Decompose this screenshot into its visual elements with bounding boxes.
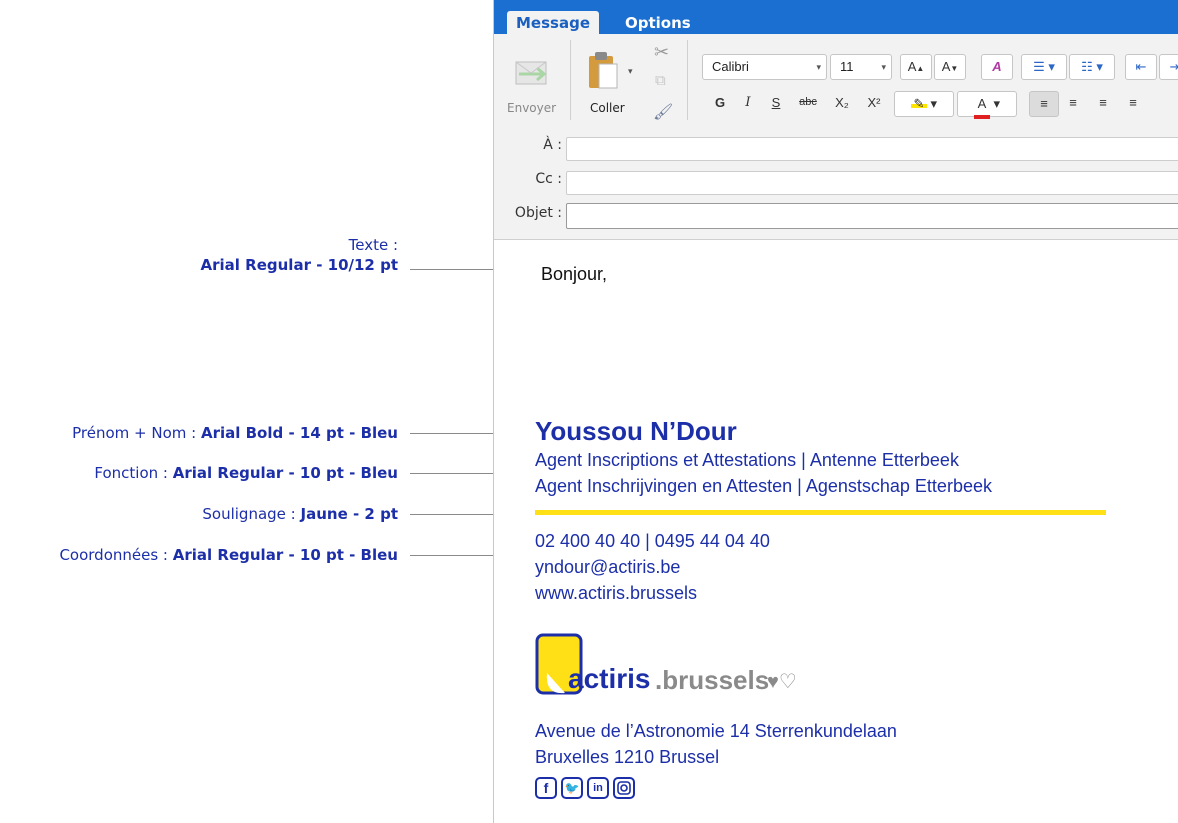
cc-label: Cc : <box>535 171 562 187</box>
font-color-button[interactable]: A ▾ <box>957 91 1017 119</box>
cut-icon[interactable]: ✂ <box>654 42 669 63</box>
send-button[interactable]: Envoyer <box>502 40 562 120</box>
message-body[interactable]: Bonjour, Youssou N’Dour Agent Inscriptio… <box>494 240 1178 823</box>
decrease-font-size-button[interactable]: A▼ <box>934 54 966 80</box>
greeting-text: Bonjour, <box>541 264 608 284</box>
signature-address-line2: Bruxelles 1210 Brussel <box>535 747 720 767</box>
subject-label: Objet : <box>514 205 562 221</box>
signature-email[interactable]: yndour@actiris.be <box>535 557 680 578</box>
bullet-list-button[interactable]: ☰ ▾ <box>1021 54 1067 80</box>
signature-address-line1: Avenue de l’Astronomie 14 Sterrenkundela… <box>535 721 897 741</box>
chevron-down-icon: ▾ <box>881 62 886 72</box>
signature-phones: 02 400 40 40 | 0495 44 04 40 <box>535 531 770 551</box>
superscript-button[interactable]: X² <box>860 91 888 115</box>
numbered-list-button[interactable]: ☷ ▾ <box>1069 54 1115 80</box>
logo-text-actiris: actiris <box>568 663 651 694</box>
annotation-text-detail: Arial Regular - 10/12 pt <box>200 256 398 274</box>
highlight-color-button[interactable]: ✎ ▾ <box>894 91 954 117</box>
font-name-value: Calibri <box>712 59 749 74</box>
increase-indent-button[interactable]: ⇥ <box>1159 54 1178 80</box>
chevron-down-icon: ▾ <box>816 62 821 72</box>
ribbon-separator <box>687 40 688 120</box>
strikethrough-button[interactable]: abc <box>792 91 824 115</box>
font-name-select[interactable]: Calibri ▾ <box>702 54 827 80</box>
highlighter-icon: ✎ <box>910 92 927 111</box>
increase-font-size-button[interactable]: A▲ <box>900 54 932 80</box>
annotation-text-label: Texte : <box>348 236 398 254</box>
actiris-logo: actiris .brussels ♥♡ <box>535 633 855 698</box>
paste-dropdown-icon[interactable]: ▾ <box>628 66 633 77</box>
tab-options[interactable]: Options <box>625 11 691 34</box>
twitter-icon[interactable]: 🐦 <box>561 777 583 799</box>
align-left-button[interactable]: ≡ <box>1029 91 1059 117</box>
ribbon-separator <box>570 40 571 120</box>
to-field[interactable] <box>566 137 1178 161</box>
mail-compose-window: Message Options Envoyer ▾ Coller ✂ ⧉ 🖌 C… <box>493 0 1178 823</box>
subject-field[interactable] <box>566 203 1178 229</box>
justify-button[interactable]: ≡ <box>1119 91 1147 115</box>
copy-icon[interactable]: ⧉ <box>655 72 666 89</box>
align-right-button[interactable]: ≡ <box>1089 91 1117 115</box>
align-center-button[interactable]: ≡ <box>1059 91 1087 115</box>
subscript-button[interactable]: X₂ <box>828 91 856 115</box>
ribbon-tab-bar: Message Options <box>494 0 1178 34</box>
annotation-underline: Soulignage : Jaune - 2 pt <box>202 505 398 523</box>
paste-label: Coller <box>590 101 625 115</box>
instagram-icon[interactable] <box>613 777 635 799</box>
paste-button[interactable]: ▾ Coller <box>580 40 636 120</box>
decrease-indent-button[interactable]: ⇤ <box>1125 54 1157 80</box>
format-painter-icon[interactable]: 🖌 <box>653 102 673 122</box>
font-size-select[interactable]: 11 ▾ <box>830 54 892 80</box>
instagram-glyph <box>617 781 631 795</box>
facebook-icon[interactable]: f <box>535 777 557 799</box>
annotation-function: Fonction : Arial Regular - 10 pt - Bleu <box>94 464 398 482</box>
italic-button[interactable]: I <box>736 91 760 115</box>
underline-button[interactable]: S <box>764 91 788 115</box>
linkedin-icon[interactable]: in <box>587 777 609 799</box>
annotation-contact: Coordonnées : Arial Regular - 10 pt - Bl… <box>59 546 398 564</box>
ribbon-toolbar: Envoyer ▾ Coller ✂ ⧉ 🖌 Calibri ▾ 11 ▾ A▲ <box>494 34 1178 128</box>
font-size-value: 11 <box>840 59 854 74</box>
annotation-name: Prénom + Nom : Arial Bold - 14 pt - Bleu <box>72 424 398 442</box>
tab-message[interactable]: Message <box>507 11 599 34</box>
clipboard-icon <box>589 52 618 89</box>
clear-formatting-button[interactable]: A <box>981 54 1013 80</box>
send-label: Envoyer <box>507 101 557 115</box>
to-label: À : <box>543 137 562 153</box>
signature-website[interactable]: www.actiris.brussels <box>535 583 697 604</box>
cc-field[interactable] <box>566 171 1178 195</box>
signature-yellow-underline <box>535 510 1106 515</box>
logo-hearts-icon: ♥♡ <box>767 671 797 693</box>
send-icon <box>515 61 547 85</box>
bold-button[interactable]: G <box>708 91 732 115</box>
signature-function-nl: Agent Inschrijvingen en Attesten | Agens… <box>535 476 992 496</box>
message-header-fields: À : Cc : Objet : <box>494 127 1178 240</box>
signature-name: Youssou N’Dour <box>535 416 737 446</box>
font-color-icon: A <box>973 92 990 119</box>
logo-text-brussels: .brussels <box>655 665 770 695</box>
signature-function-fr: Agent Inscriptions et Attestations | Ant… <box>535 450 959 470</box>
